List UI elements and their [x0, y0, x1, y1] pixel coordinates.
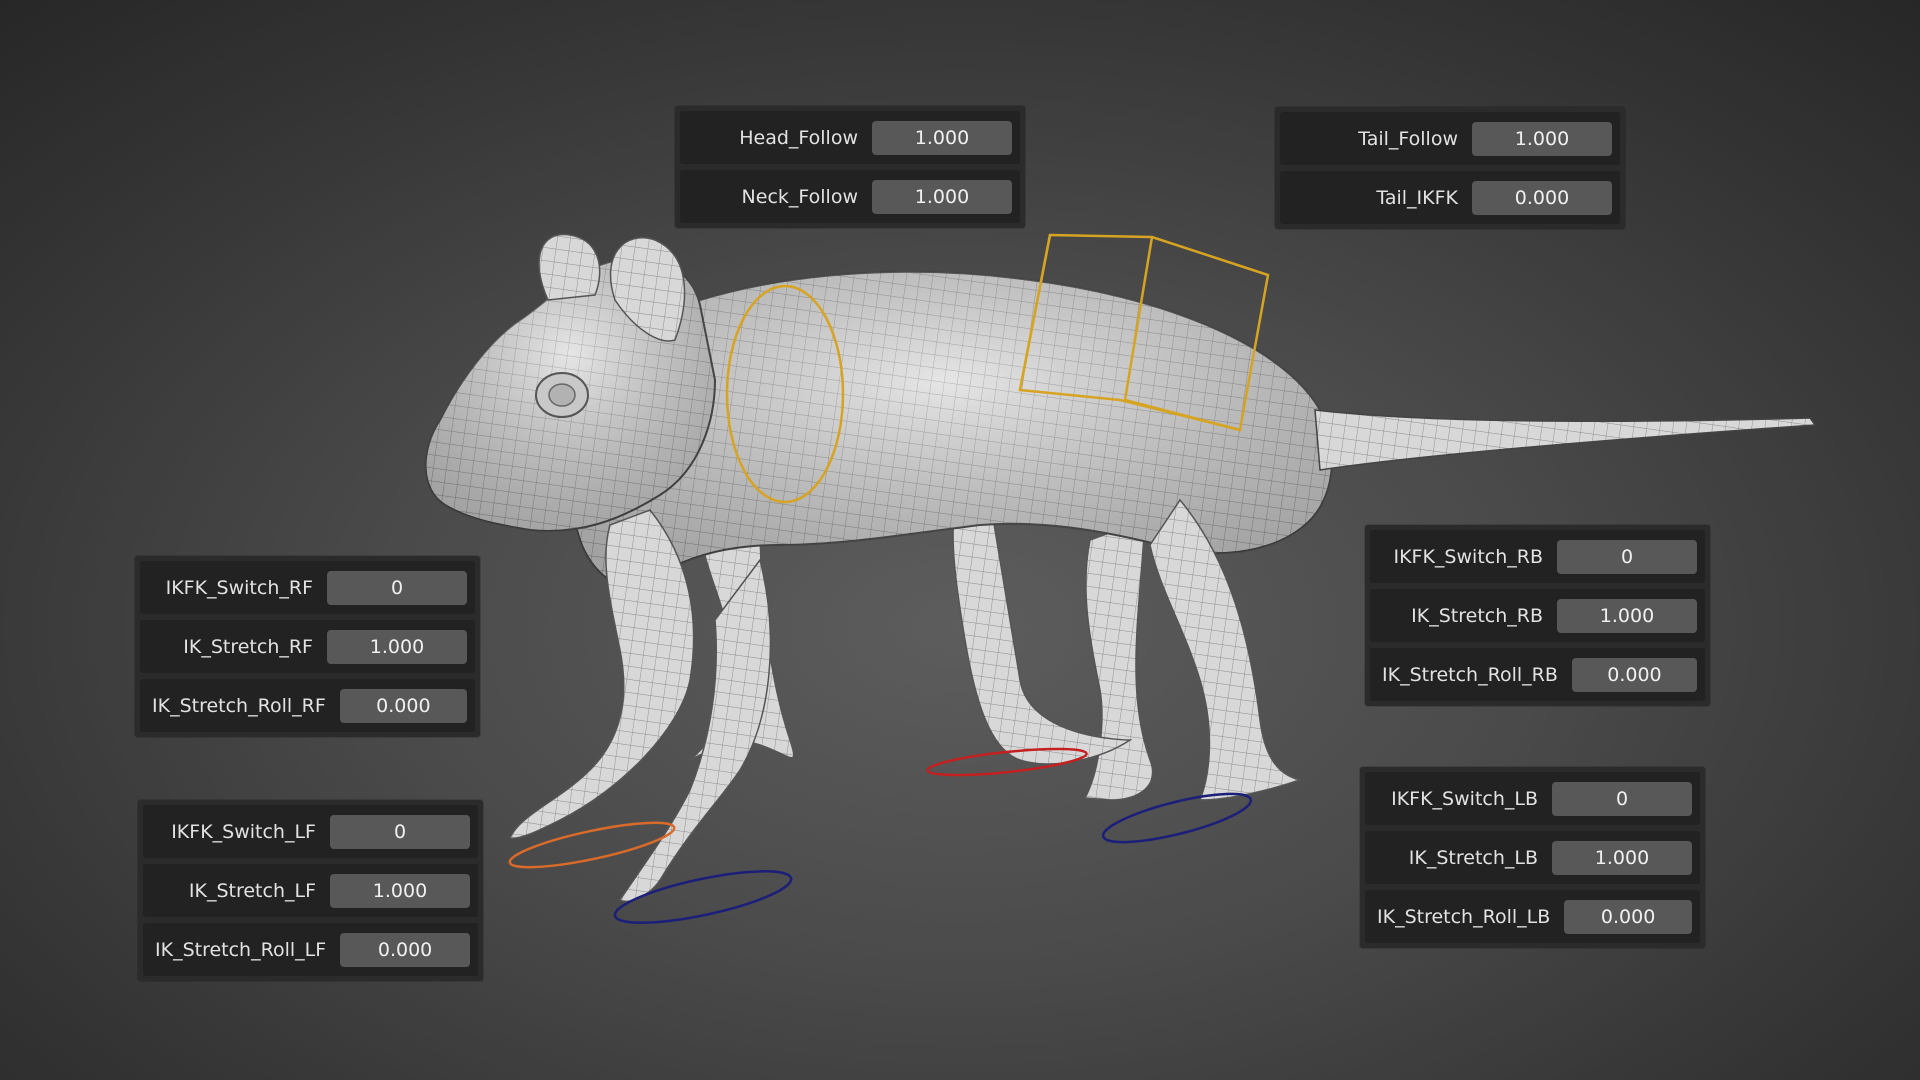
ik-stretch-rf-row: IK_Stretch_RF 1.000 — [140, 620, 475, 673]
neck-follow-label: Neck_Follow — [741, 185, 858, 208]
ikfk-switch-rf-row: IKFK_Switch_RF 0 — [140, 561, 475, 614]
ikfk-switch-lf-row: IKFK_Switch_LF 0 — [143, 805, 478, 858]
ear-far — [538, 233, 601, 301]
ik-stretch-roll-rb-field[interactable]: 0.000 — [1571, 657, 1697, 692]
ik-stretch-rb-row: IK_Stretch_RB 1.000 — [1370, 589, 1705, 642]
ik-stretch-roll-rb-row: IK_Stretch_Roll_RB 0.000 — [1370, 648, 1705, 701]
tail-follow-field[interactable]: 1.000 — [1472, 121, 1612, 156]
ikfk-switch-rb-label: IKFK_Switch_RB — [1393, 545, 1543, 568]
ikfk-switch-rb-row: IKFK_Switch_RB 0 — [1370, 530, 1705, 583]
ik-stretch-roll-lf-field[interactable]: 0.000 — [340, 932, 470, 967]
tail-ikfk-label: Tail_IKFK — [1376, 186, 1458, 209]
ik-stretch-roll-lf-label: IK_Stretch_Roll_LF — [155, 938, 327, 961]
tail-follow-label: Tail_Follow — [1358, 127, 1458, 150]
neck-follow-row: Neck_Follow 1.000 — [680, 170, 1020, 223]
ik-stretch-roll-lb-label: IK_Stretch_Roll_LB — [1377, 905, 1551, 928]
hind-leg-far — [1083, 518, 1154, 801]
ik-stretch-lb-row: IK_Stretch_LB 1.000 — [1365, 831, 1700, 884]
tail-follow-row: Tail_Follow 1.000 — [1280, 112, 1620, 165]
ik-stretch-roll-rf-row: IK_Stretch_Roll_RF 0.000 — [140, 679, 475, 732]
ikfk-switch-rf-field[interactable]: 0 — [327, 570, 467, 605]
ik-stretch-roll-lb-row: IK_Stretch_Roll_LB 0.000 — [1365, 890, 1700, 943]
head-neck-panel: Head_Follow 1.000 Neck_Follow 1.000 — [675, 106, 1025, 228]
ik-stretch-roll-rb-label: IK_Stretch_Roll_RB — [1382, 663, 1558, 686]
ik-stretch-rb-field[interactable]: 1.000 — [1557, 598, 1697, 633]
ikfk-switch-lf-field[interactable]: 0 — [330, 814, 470, 849]
ikfk-switch-lf-label: IKFK_Switch_LF — [171, 820, 316, 843]
ik-stretch-roll-lb-field[interactable]: 0.000 — [1564, 899, 1692, 934]
ik-stretch-roll-rf-field[interactable]: 0.000 — [339, 688, 467, 723]
ikfk-switch-lb-field[interactable]: 0 — [1552, 781, 1692, 816]
ik-stretch-lf-label: IK_Stretch_LF — [188, 879, 316, 902]
head-follow-label: Head_Follow — [739, 126, 858, 149]
ik-stretch-lf-row: IK_Stretch_LF 1.000 — [143, 864, 478, 917]
ik-stretch-rf-label: IK_Stretch_RF — [183, 635, 313, 658]
ik-stretch-roll-rf-label: IK_Stretch_Roll_RF — [152, 694, 326, 717]
ikfk-switch-rb-field[interactable]: 0 — [1557, 539, 1697, 574]
tail-mesh — [1314, 409, 1817, 471]
ik-stretch-roll-lf-row: IK_Stretch_Roll_LF 0.000 — [143, 923, 478, 976]
left-front-leg-panel: IKFK_Switch_LF 0 IK_Stretch_LF 1.000 IK_… — [138, 800, 483, 981]
right-back-leg-panel: IKFK_Switch_RB 0 IK_Stretch_RB 1.000 IK_… — [1365, 525, 1710, 706]
ik-stretch-lf-field[interactable]: 1.000 — [330, 873, 470, 908]
ik-stretch-lb-label: IK_Stretch_LB — [1408, 846, 1538, 869]
head-follow-row: Head_Follow 1.000 — [680, 111, 1020, 164]
right-front-leg-panel: IKFK_Switch_RF 0 IK_Stretch_RF 1.000 IK_… — [135, 556, 480, 737]
3d-viewport[interactable]: Head_Follow 1.000 Neck_Follow 1.000 Tail… — [0, 0, 1920, 1080]
tail-ikfk-row: Tail_IKFK 0.000 — [1280, 171, 1620, 224]
left-back-leg-panel: IKFK_Switch_LB 0 IK_Stretch_LB 1.000 IK_… — [1360, 767, 1705, 948]
ik-stretch-rb-label: IK_Stretch_RB — [1411, 604, 1543, 627]
ik-stretch-lb-field[interactable]: 1.000 — [1552, 840, 1692, 875]
ikfk-switch-lb-label: IKFK_Switch_LB — [1391, 787, 1538, 810]
tail-ikfk-field[interactable]: 0.000 — [1472, 180, 1612, 215]
neck-follow-field[interactable]: 1.000 — [872, 179, 1012, 214]
ik-stretch-rf-field[interactable]: 1.000 — [327, 629, 467, 664]
head-follow-field[interactable]: 1.000 — [872, 120, 1012, 155]
ikfk-switch-lb-row: IKFK_Switch_LB 0 — [1365, 772, 1700, 825]
tail-panel: Tail_Follow 1.000 Tail_IKFK 0.000 — [1275, 107, 1625, 229]
ikfk-switch-rf-label: IKFK_Switch_RF — [165, 576, 313, 599]
